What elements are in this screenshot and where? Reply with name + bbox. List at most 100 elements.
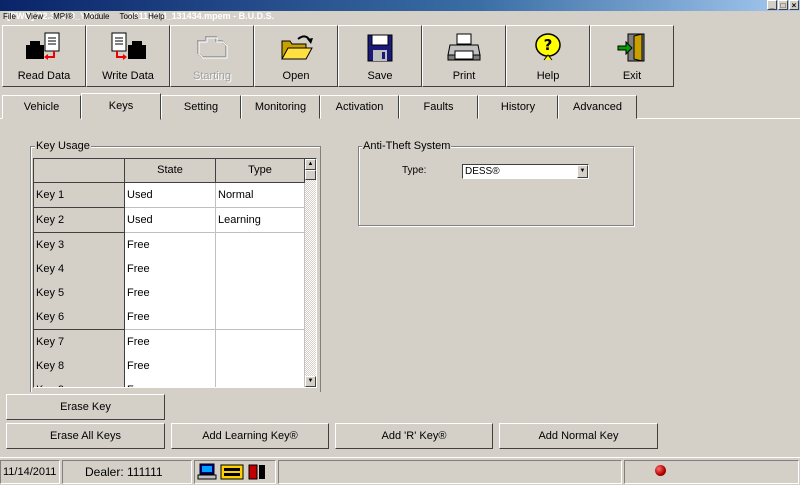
menu-help[interactable]: Help [148,11,164,22]
state-cell[interactable]: Free [125,354,216,379]
state-cell[interactable]: Free [125,281,216,306]
type-cell[interactable] [216,354,305,379]
state-cell[interactable]: Used [125,183,216,208]
grid-corner-cell [34,159,125,183]
table-row[interactable]: Key 5 Free [34,281,305,306]
floppy-disk-icon [360,31,400,65]
erase-key-button[interactable]: Erase Key [6,394,165,420]
exit-door-icon [612,31,652,65]
row-header: Key 6 [34,305,125,330]
menu-file[interactable]: File [3,11,16,22]
table-row[interactable]: Key 6 Free [34,305,305,330]
tab-bar: Vehicle Keys Setting Monitoring Activati… [0,93,800,120]
starting-label: Starting [193,70,231,82]
status-message-panel [278,460,622,484]
open-folder-icon [276,31,316,65]
menu-module[interactable]: Module [83,11,109,22]
exit-button[interactable]: Exit [590,25,674,87]
chevron-down-icon[interactable]: ▼ [577,165,588,178]
add-normal-key-button[interactable]: Add Normal Key [499,423,658,449]
scroll-down-icon[interactable]: ▼ [305,376,316,387]
tab-faults[interactable]: Faults [399,95,478,119]
state-cell[interactable]: Free [125,305,216,330]
toolbar: Read Data Write Data Starting Open Save … [0,22,800,90]
type-cell[interactable]: Normal [216,183,305,208]
tab-vehicle[interactable]: Vehicle [2,95,81,119]
tab-history[interactable]: History [478,95,558,119]
grid-header: State Type [34,159,305,183]
type-cell[interactable] [216,233,305,258]
tab-keys[interactable]: Keys [81,93,161,120]
type-cell[interactable] [216,257,305,282]
save-button[interactable]: Save [338,25,422,87]
key-usage-grid[interactable]: State Type Key 1 Used Normal Key 2 Used … [33,158,317,388]
starting-button[interactable]: Starting [170,25,254,87]
add-r-key-button[interactable]: Add 'R' Key® [335,423,493,449]
read-data-label: Read Data [17,70,71,82]
print-button[interactable]: Print [422,25,506,87]
column-header-state: State [125,159,216,183]
write-data-label: Write Data [102,70,154,82]
key-usage-title: Key Usage [35,140,91,152]
window-title-bar: [PWC] P2.3.28.9_YDV _20111114_131434.mpe… [0,0,800,21]
erase-all-keys-button[interactable]: Erase All Keys [6,423,165,449]
row-header: Key 9 [34,378,125,387]
state-cell[interactable]: Free [125,330,216,355]
menu-tools[interactable]: Tools [119,11,138,22]
menu-bar: File View MPI® Module Tools Help [0,11,800,22]
printer-icon [444,31,484,65]
svg-text:?: ? [544,36,553,54]
tab-advanced[interactable]: Advanced [558,95,637,119]
type-cell[interactable]: Learning [216,208,305,233]
type-cell[interactable] [216,330,305,355]
table-row[interactable]: Key 9 Free [34,378,305,387]
status-dealer: Dealer: 111111 [62,460,192,484]
status-bar: 11/14/2011 Dealer: 111111 [0,457,800,485]
exit-label: Exit [622,70,642,82]
row-header: Key 1 [34,183,125,208]
tab-activation[interactable]: Activation [320,95,399,119]
menu-view[interactable]: View [26,11,43,22]
scroll-up-icon[interactable]: ▲ [305,159,316,170]
anti-theft-group [358,146,634,226]
row-header: Key 5 [34,281,125,306]
state-cell[interactable]: Free [125,378,216,387]
connection-status-led-icon [655,465,666,476]
anti-theft-type-value: DESS® [465,166,500,177]
scroll-thumb[interactable] [305,170,316,180]
menu-mpi[interactable]: MPI® [53,11,73,22]
help-button[interactable]: ? Help [506,25,590,87]
add-learning-key-button[interactable]: Add Learning Key® [171,423,329,449]
anti-theft-title: Anti-Theft System [362,140,452,152]
anti-theft-type-select[interactable]: DESS® ▼ [462,164,589,179]
minimize-button[interactable]: _ [767,0,777,10]
close-button[interactable]: × [789,0,799,10]
write-data-button[interactable]: Write Data [86,25,170,87]
table-row[interactable]: Key 7 Free [34,330,305,355]
type-cell[interactable] [216,281,305,306]
row-header: Key 4 [34,257,125,282]
row-header: Key 3 [34,233,125,258]
table-row[interactable]: Key 8 Free [34,354,305,379]
state-cell[interactable]: Used [125,208,216,233]
table-row[interactable]: Key 4 Free [34,257,305,282]
row-header: Key 2 [34,208,125,233]
table-row[interactable]: Key 2 Used Learning [34,208,305,233]
type-cell[interactable] [216,378,305,387]
maximize-button[interactable]: □ [778,0,788,10]
status-date: 11/14/2011 [0,460,60,484]
table-row[interactable]: Key 3 Free [34,233,305,258]
type-cell[interactable] [216,305,305,330]
state-cell[interactable]: Free [125,233,216,258]
grid-vertical-scrollbar[interactable]: ▲ ▼ [305,159,316,387]
tab-setting[interactable]: Setting [161,95,241,119]
computer-icon [197,463,217,480]
table-row[interactable]: Key 1 Used Normal [34,183,305,208]
help-label: Help [536,70,560,82]
tab-monitoring[interactable]: Monitoring [241,95,320,119]
row-header: Key 7 [34,330,125,355]
state-cell[interactable]: Free [125,257,216,282]
open-button[interactable]: Open [254,25,338,87]
row-header: Key 8 [34,354,125,379]
read-data-button[interactable]: Read Data [2,25,86,87]
